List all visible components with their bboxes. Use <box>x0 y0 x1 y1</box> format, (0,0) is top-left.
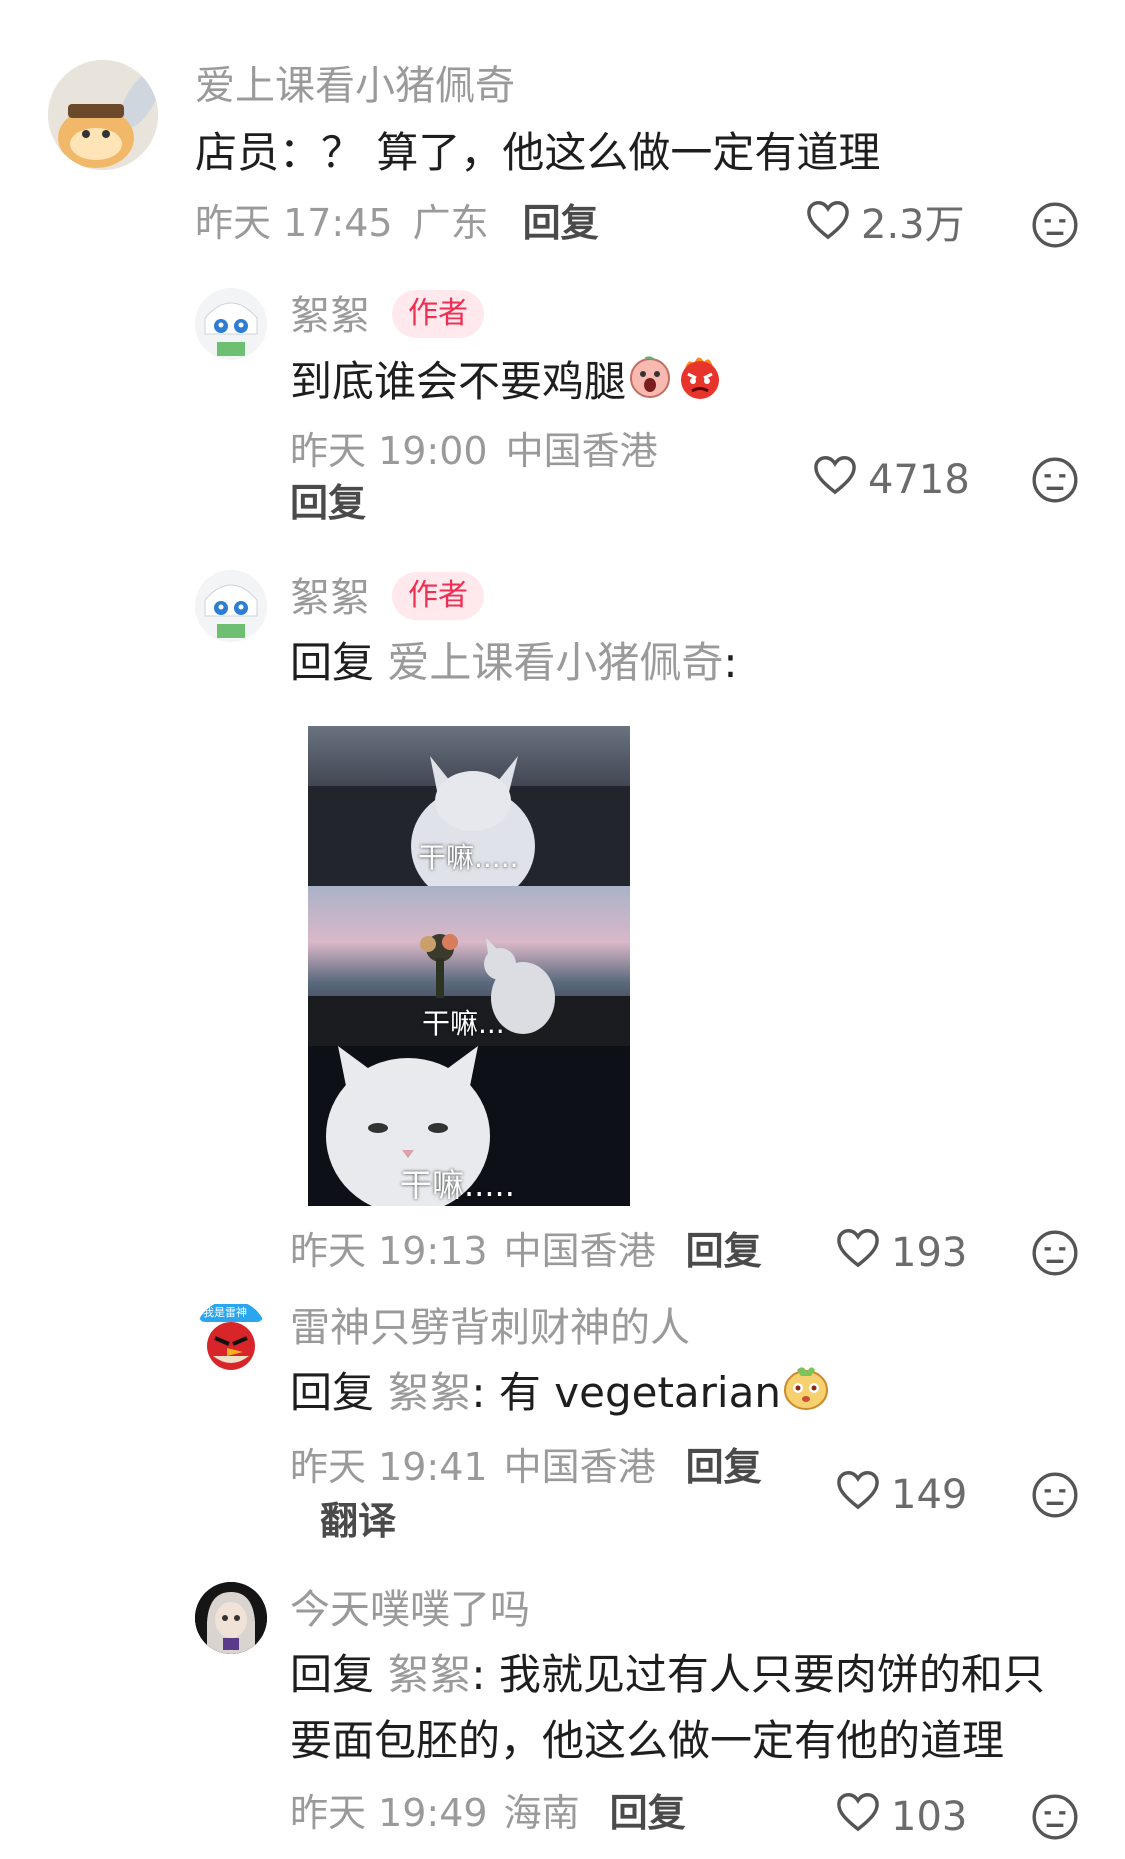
meme-caption: 干嘛... <box>422 1007 505 1040</box>
comment-time: 昨天 19:13 <box>290 1229 488 1273</box>
like-count: 193 <box>891 1229 968 1276</box>
comment-time: 昨天 17:45 <box>195 201 393 245</box>
comment-text: 回复 絮絮: 我就见过有人只要肉饼的和只 要面包胚的，他这么做一定有他的道理 <box>290 1644 1045 1772</box>
comment-meta: 昨天 19:00 中国香港 回复 <box>290 428 658 526</box>
meh-face-icon[interactable] <box>1030 200 1080 250</box>
like-button[interactable]: 103 <box>835 1790 967 1843</box>
avatar[interactable] <box>48 60 158 170</box>
avatar[interactable]: 我是雷神 <box>195 1300 267 1372</box>
meme-panel-3: 干嘛..... <box>308 1046 630 1206</box>
reply-to-user[interactable]: 爱上课看小猪佩奇 <box>387 638 723 687</box>
meh-face-icon[interactable] <box>1030 1470 1080 1520</box>
reply-prefix: 回复 <box>290 638 375 687</box>
heart-outline-icon <box>805 198 861 251</box>
comment-username[interactable]: 今天噗噗了吗 <box>290 1586 530 1634</box>
like-count: 103 <box>891 1793 968 1840</box>
comment-location: 中国香港 <box>503 1229 656 1273</box>
emoji-angry-flame <box>674 350 726 419</box>
comment-body-line1: 我就见过有人只要肉饼的和只 <box>498 1650 1045 1699</box>
comment-location: 海南 <box>503 1791 580 1835</box>
reply-button[interactable]: 回复 <box>290 480 658 526</box>
meme-panel-2: 干嘛... <box>308 886 630 1046</box>
reply-button[interactable]: 回复 <box>686 1444 762 1490</box>
like-button[interactable]: 4718 <box>812 453 970 506</box>
emoji-cute-face <box>781 1362 831 1429</box>
comment-meta: 昨天 17:45 广东 回复 <box>195 200 599 246</box>
comment-text: 店员：？ 算了，他这么做一定有道理 <box>195 128 881 177</box>
meme-image[interactable]: 干嘛..... 干嘛... 干嘛..... <box>308 726 630 1206</box>
comment-location: 中国香港 <box>505 429 658 473</box>
avatar-text: 我是雷神 <box>203 1306 247 1319</box>
comment-text: 回复 絮絮: 有 vegetarian <box>290 1362 831 1429</box>
reply-prefix: 回复 <box>290 1650 375 1699</box>
comment-text: 回复 爱上课看小猪佩奇: <box>290 632 738 694</box>
meh-face-icon[interactable] <box>1030 455 1080 505</box>
avatar[interactable] <box>195 1582 267 1654</box>
comment-username[interactable]: 爱上课看小猪佩奇 <box>195 62 515 110</box>
author-badge: 作者 <box>392 290 484 338</box>
heart-outline-icon <box>835 1790 891 1843</box>
comment-location: 广东 <box>412 201 489 245</box>
heart-outline-icon <box>835 1468 891 1521</box>
meh-face-icon[interactable] <box>1030 1792 1080 1842</box>
like-count: 149 <box>891 1471 968 1518</box>
comment-body: 有 vegetarian <box>498 1368 781 1417</box>
like-button[interactable]: 2.3万 <box>805 198 965 251</box>
comment-time: 昨天 19:00 <box>290 429 488 473</box>
avatar[interactable] <box>195 570 267 642</box>
reply-prefix: 回复 <box>290 1368 375 1417</box>
translate-button[interactable]: 翻译 <box>320 1498 762 1544</box>
like-button[interactable]: 149 <box>835 1468 967 1521</box>
reply-to-user[interactable]: 絮絮 <box>387 1650 471 1699</box>
comment-meta: 昨天 19:41 中国香港 回复 翻译 <box>290 1444 762 1544</box>
meme-panel-1: 干嘛..... <box>308 726 630 886</box>
meh-face-icon[interactable] <box>1030 1228 1080 1278</box>
comment-body-line2: 要面包胚的，他这么做一定有他的道理 <box>290 1716 1005 1765</box>
comment-text: 到底谁会不要鸡腿 <box>290 350 726 419</box>
comment-username[interactable]: 絮絮 <box>290 292 370 340</box>
comment-username[interactable]: 絮絮 <box>290 574 370 622</box>
like-button[interactable]: 193 <box>835 1226 967 1279</box>
comment-meta: 昨天 19:49 海南 回复 <box>290 1790 686 1836</box>
reply-colon: : <box>471 1368 486 1417</box>
reply-button[interactable]: 回复 <box>686 1228 762 1274</box>
comment-body: 到底谁会不要鸡腿 <box>290 357 627 406</box>
comment-meta: 昨天 19:13 中国香港 回复 <box>290 1228 762 1274</box>
comment-username[interactable]: 雷神只劈背刺财神的人 <box>290 1304 690 1352</box>
heart-outline-icon <box>835 1226 891 1279</box>
avatar[interactable] <box>195 288 267 360</box>
reply-to-user[interactable]: 絮絮 <box>387 1368 471 1417</box>
emoji-screaming <box>626 352 674 417</box>
like-count: 4718 <box>868 456 970 503</box>
reply-button[interactable]: 回复 <box>610 1790 686 1836</box>
like-count: 2.3万 <box>861 201 965 248</box>
author-badge: 作者 <box>392 572 484 620</box>
reply-colon: : <box>471 1650 486 1699</box>
comment-location: 中国香港 <box>503 1445 656 1489</box>
meme-caption: 干嘛..... <box>418 841 519 874</box>
reply-colon: : <box>723 638 738 687</box>
meme-caption: 干嘛..... <box>400 1166 515 1204</box>
reply-button[interactable]: 回复 <box>523 200 599 246</box>
heart-outline-icon <box>812 453 868 506</box>
comment-time: 昨天 19:41 <box>290 1445 488 1489</box>
comment-time: 昨天 19:49 <box>290 1791 488 1835</box>
